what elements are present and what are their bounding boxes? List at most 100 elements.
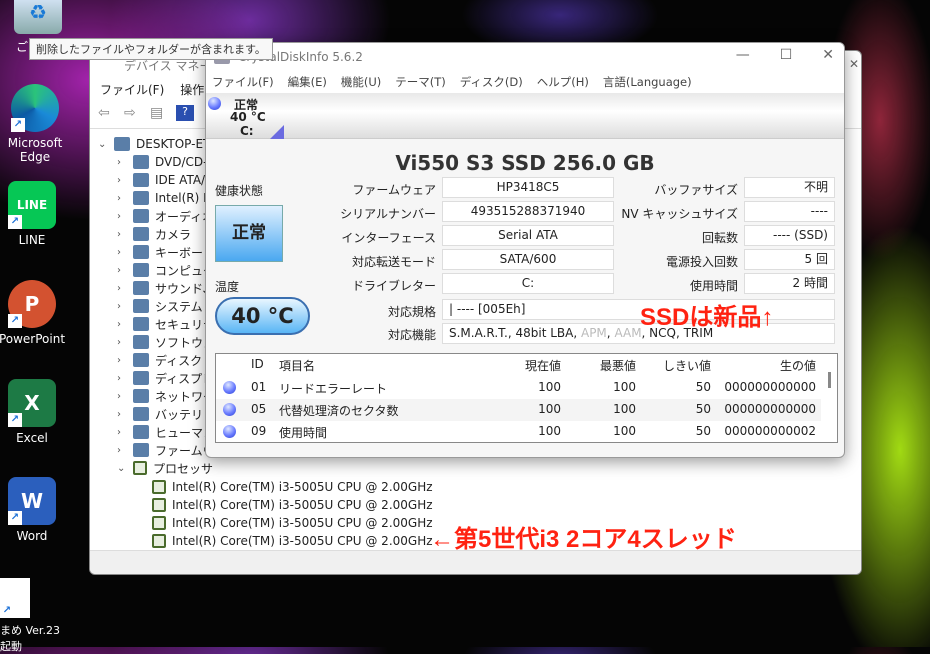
field-value: HP3418C5	[442, 177, 614, 198]
chevron-down-icon[interactable]: ⌄	[98, 139, 108, 150]
tree-category[interactable]: › バッテリ	[117, 405, 203, 423]
tree-processor[interactable]: Intel(R) Core(TM) i3-5005U CPU @ 2.00GHz	[152, 478, 433, 496]
desktop-icon-excel[interactable]: X ↗ Excel	[0, 379, 75, 445]
desktop-icon-word[interactable]: W ↗ Word	[0, 477, 75, 543]
tree-category[interactable]: ⌄ プロセッサ	[117, 459, 213, 477]
device-category-icon	[133, 461, 147, 475]
annotation-cpu-note: ←第5世代i3 2コア4スレッド	[430, 526, 737, 553]
annotation-ssd-new: SSDは新品↑	[640, 304, 774, 331]
health-label: 健康状態	[215, 184, 264, 198]
col-name[interactable]: 項目名	[279, 357, 315, 374]
device-category-icon	[133, 443, 149, 457]
field-label: 対応転送モード	[351, 255, 436, 269]
back-icon[interactable]: ⇦	[98, 105, 116, 121]
smart-scrollbar[interactable]	[828, 372, 831, 388]
menu-theme[interactable]: テーマ(T)	[395, 75, 446, 89]
chevron-right-icon[interactable]: ›	[117, 373, 127, 384]
properties-icon[interactable]: ▤	[150, 105, 168, 121]
status-orb-icon	[208, 97, 221, 110]
desktop-icon-mame[interactable]: ↗ まめ Ver.23起動	[0, 578, 66, 654]
field-label: インターフェース	[341, 231, 436, 245]
device-category-icon	[133, 227, 149, 241]
col-raw[interactable]: 生の値	[780, 357, 816, 374]
device-category-icon	[133, 335, 149, 349]
desktop-icon-line[interactable]: LINE ↗ LINE	[0, 181, 75, 247]
chevron-right-icon[interactable]: ›	[117, 301, 127, 312]
chevron-right-icon[interactable]: ›	[117, 193, 127, 204]
chevron-right-icon[interactable]: ›	[117, 247, 127, 258]
field-value: Serial ATA	[442, 225, 614, 246]
health-status-button[interactable]: 正常	[215, 205, 283, 262]
recycle-bin-icon[interactable]: ♻	[14, 0, 62, 34]
tree-category[interactable]: › キーボード	[117, 243, 215, 261]
maximize-button[interactable]: ☐	[780, 47, 793, 63]
col-worst[interactable]: 最悪値	[600, 357, 636, 374]
smart-table: ID 項目名 現在値 最悪値 しきい値 生の値 01 リードエラーレート 100…	[215, 353, 838, 443]
chevron-right-icon[interactable]: ›	[117, 445, 127, 456]
field-label: 電源投入回数	[665, 255, 738, 269]
col-threshold[interactable]: しきい値	[663, 357, 711, 374]
field-label: ファームウェア	[352, 183, 436, 197]
device-manager-close-button[interactable]: ✕	[849, 57, 859, 71]
chevron-right-icon[interactable]: ›	[117, 265, 127, 276]
tree-category[interactable]: › DVD/CD-R	[117, 153, 216, 171]
device-category-icon	[133, 371, 149, 385]
device-category-icon	[133, 191, 149, 205]
desktop-icon-powerpoint[interactable]: P ↗ PowerPoint	[0, 280, 75, 346]
processor-icon	[152, 534, 166, 548]
smart-header-row: ID 項目名 現在値 最悪値 しきい値 生の値	[216, 354, 821, 376]
chevron-right-icon[interactable]: ›	[117, 157, 127, 168]
col-id[interactable]: ID	[251, 357, 264, 371]
device-category-icon	[133, 353, 149, 367]
device-category-icon	[133, 281, 149, 295]
menu-language[interactable]: 言語(Language)	[603, 75, 692, 89]
edge-icon: ↗	[11, 84, 59, 132]
standard-label: 対応規格	[387, 305, 436, 319]
device-category-icon	[133, 407, 149, 421]
desktop-icon-edge[interactable]: ↗ Microsoft Edge	[0, 84, 78, 164]
status-orb-icon	[223, 403, 236, 416]
smart-row[interactable]: 01 リードエラーレート 100 100 50 000000000000	[216, 377, 821, 399]
menu-disk[interactable]: ディスク(D)	[460, 75, 523, 89]
smart-row[interactable]: 09 使用時間 100 100 50 000000000002	[216, 421, 821, 443]
col-current[interactable]: 現在値	[525, 357, 561, 374]
chevron-right-icon[interactable]: ›	[117, 337, 127, 348]
minimize-button[interactable]: —	[736, 47, 750, 63]
forward-icon[interactable]: ⇨	[124, 105, 142, 121]
disk-selector-bar: 正常 40 °C C:	[206, 93, 844, 139]
tree-processor[interactable]: Intel(R) Core(TM) i3-5005U CPU @ 2.00GHz	[152, 532, 433, 550]
chevron-down-icon[interactable]: ⌄	[117, 463, 127, 474]
chevron-right-icon[interactable]: ›	[117, 319, 127, 330]
help-icon[interactable]: ?	[176, 105, 194, 121]
tree-root[interactable]: ⌄ DESKTOP-ET4	[98, 135, 218, 153]
smart-row[interactable]: 05 代替処理済のセクタ数 100 100 50 000000000000	[216, 399, 821, 421]
chevron-right-icon[interactable]: ›	[117, 427, 127, 438]
menu-help[interactable]: ヘルプ(H)	[537, 75, 589, 89]
postcard-icon: ↗	[0, 578, 30, 618]
menu-file[interactable]: ファイル(F)	[212, 75, 274, 89]
tree-category[interactable]: › IDE ATA/A	[117, 171, 213, 189]
crystaldiskinfo-window: CrystalDiskInfo 5.6.2 — ☐ ✕ ファイル(F) 編集(E) 機能…	[205, 42, 845, 458]
disk-tab-c[interactable]: 正常 40 °C C:	[208, 95, 288, 139]
chevron-right-icon[interactable]: ›	[117, 211, 127, 222]
chevron-right-icon[interactable]: ›	[117, 355, 127, 366]
tree-processor[interactable]: Intel(R) Core(TM) i3-5005U CPU @ 2.00GHz	[152, 514, 433, 532]
excel-icon: X ↗	[8, 379, 56, 427]
field-label: シリアルナンバー	[340, 207, 436, 221]
powerpoint-icon: P ↗	[8, 280, 56, 328]
menu-file[interactable]: ファイル(F)	[100, 83, 164, 97]
tree-processor[interactable]: Intel(R) Core(TM) i3-5005U CPU @ 2.00GHz	[152, 496, 433, 514]
field-value: 2 時間	[744, 273, 835, 294]
field-label: 使用時間	[689, 279, 738, 293]
status-orb-icon	[223, 381, 236, 394]
menu-function[interactable]: 機能(U)	[341, 75, 381, 89]
chevron-right-icon[interactable]: ›	[117, 391, 127, 402]
chevron-right-icon[interactable]: ›	[117, 283, 127, 294]
menu-edit[interactable]: 編集(E)	[288, 75, 327, 89]
chevron-right-icon[interactable]: ›	[117, 175, 127, 186]
close-button[interactable]: ✕	[822, 47, 834, 63]
tree-category[interactable]: › カメラ	[117, 225, 191, 243]
chevron-right-icon[interactable]: ›	[117, 409, 127, 420]
chevron-right-icon[interactable]: ›	[117, 229, 127, 240]
field-label: 回転数	[701, 231, 738, 245]
